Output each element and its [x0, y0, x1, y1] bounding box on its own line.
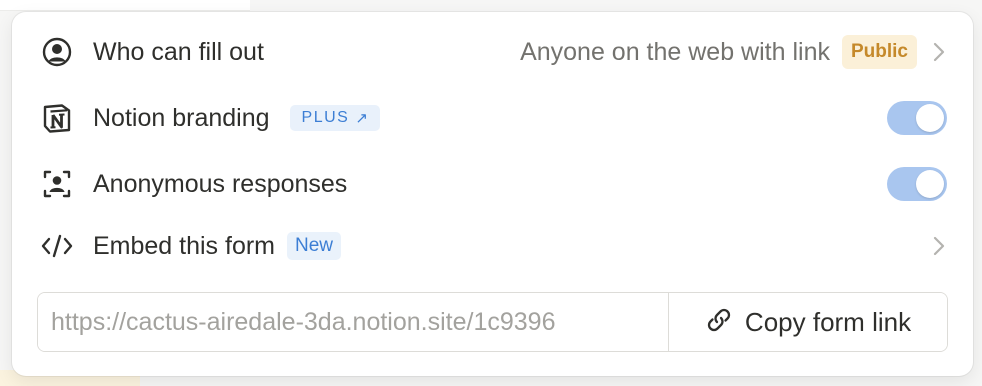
plus-upgrade-badge[interactable]: PLUS ↗ — [289, 105, 380, 131]
copy-form-link-label: Copy form link — [744, 306, 912, 337]
embed-chevron-wrap — [917, 234, 947, 258]
notion-branding-row: Notion branding PLUS ↗ — [12, 92, 973, 144]
who-can-fill-value-group[interactable]: Anyone on the web with link Public — [520, 35, 947, 69]
code-icon — [40, 229, 74, 263]
toggle-knob — [916, 170, 944, 198]
embed-form-label-group: Embed this form New — [93, 231, 342, 261]
user-circle-icon — [40, 35, 74, 69]
chevron-right-icon — [931, 40, 947, 64]
public-badge: Public — [841, 35, 917, 69]
toggle-knob — [916, 104, 944, 132]
notion-branding-toggle[interactable] — [887, 101, 947, 135]
embed-form-row[interactable]: Embed this form New — [12, 220, 973, 272]
notion-branding-label-group: Notion branding PLUS ↗ — [93, 104, 380, 133]
chevron-right-icon — [931, 234, 947, 258]
branding-toggle-wrap — [887, 101, 947, 135]
who-can-fill-row[interactable]: Who can fill out Anyone on the web with … — [12, 26, 973, 78]
form-url-field[interactable]: https://cactus-airedale-3da.notion.site/… — [38, 293, 668, 351]
who-can-fill-label: Who can fill out — [93, 37, 264, 66]
background-top-strip — [0, 0, 250, 11]
anonymous-toggle-wrap — [887, 167, 947, 201]
form-share-panel: Who can fill out Anyone on the web with … — [12, 12, 973, 376]
notion-logo-icon — [40, 101, 74, 135]
new-badge: New — [287, 232, 342, 260]
plus-badge-text: PLUS — [301, 109, 350, 126]
anonymous-user-icon — [40, 167, 74, 201]
copy-form-link-button[interactable]: Copy form link — [668, 293, 947, 351]
notion-branding-label: Notion branding — [93, 103, 270, 132]
link-icon — [705, 306, 733, 339]
arrow-up-right-icon: ↗ — [355, 110, 368, 127]
anonymous-responses-label: Anonymous responses — [93, 169, 348, 198]
who-can-fill-value: Anyone on the web with link — [520, 37, 830, 66]
embed-form-label: Embed this form — [93, 231, 276, 260]
anonymous-responses-row: Anonymous responses — [12, 158, 973, 210]
anonymous-responses-toggle[interactable] — [887, 167, 947, 201]
form-link-box: https://cactus-airedale-3da.notion.site/… — [37, 292, 948, 352]
